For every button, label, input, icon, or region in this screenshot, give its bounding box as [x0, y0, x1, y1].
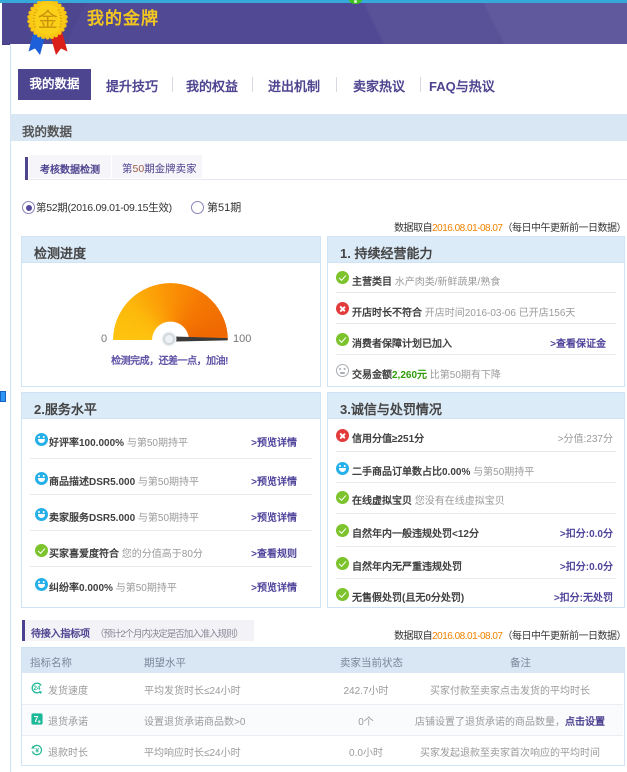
svg-text:金: 金 — [38, 9, 58, 32]
